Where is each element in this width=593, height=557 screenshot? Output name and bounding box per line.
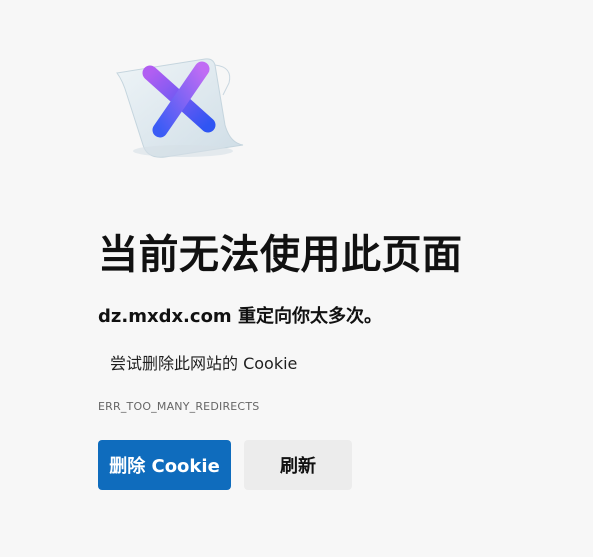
suggestion-list: 尝试删除此网站的 Cookie [98, 350, 297, 374]
error-x-icon [116, 58, 244, 158]
error-description: dz.mxdx.com 重定向你太多次。 [98, 306, 382, 327]
delete-cookie-button[interactable]: 删除 Cookie [98, 440, 231, 490]
page-title: 当前无法使用此页面 [98, 232, 463, 278]
suggestion-item: 尝试删除此网站的 Cookie [110, 354, 298, 373]
error-page: 当前无法使用此页面 dz.mxdx.com 重定向你太多次。 尝试删除此网站的 … [0, 0, 593, 557]
error-code: ERR_TOO_MANY_REDIRECTS [98, 400, 260, 413]
error-illustration [105, 55, 250, 165]
refresh-button[interactable]: 刷新 [244, 440, 352, 490]
